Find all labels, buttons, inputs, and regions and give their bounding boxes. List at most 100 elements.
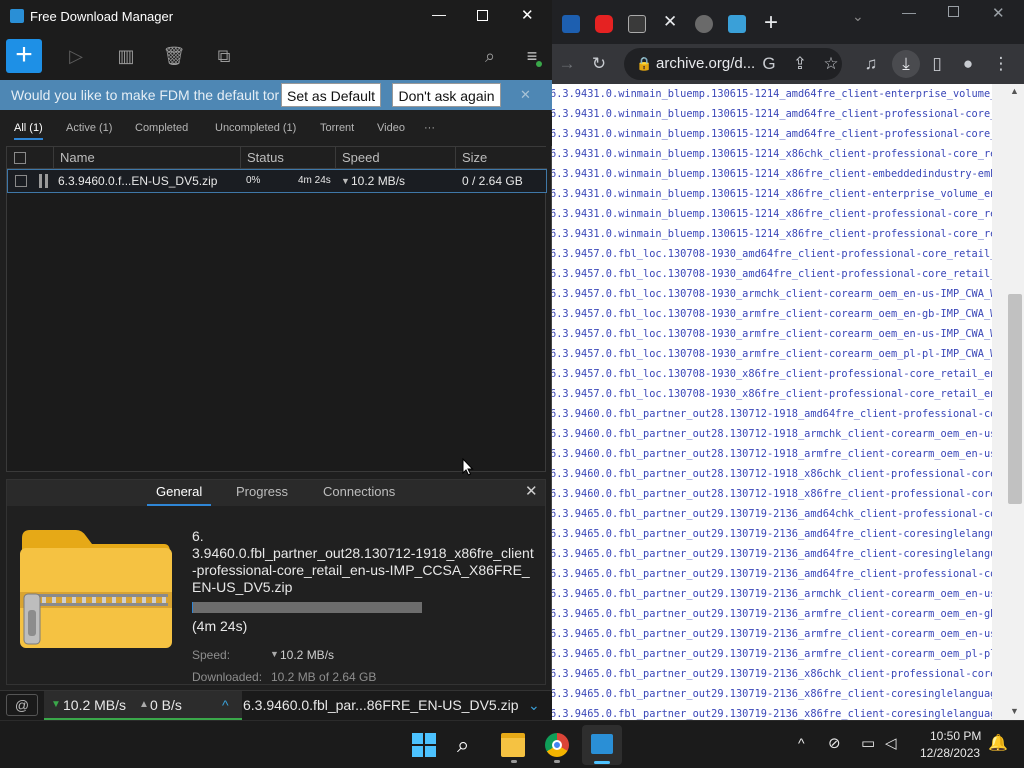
file-link[interactable]: 6.3.9431.0.winmain_bluemp.130615-1214_am… <box>552 124 992 144</box>
file-link[interactable]: 6.3.9457.0.fbl_loc.130708-1930_armfre_cl… <box>552 304 992 324</box>
file-link[interactable]: 6.3.9431.0.winmain_bluemp.130615-1214_x8… <box>552 204 992 224</box>
file-link[interactable]: 6.3.9457.0.fbl_loc.130708-1930_armfre_cl… <box>552 324 992 344</box>
tab-general[interactable]: General <box>147 480 212 506</box>
file-link[interactable]: 6.3.9457.0.fbl_loc.130708-1930_armchk_cl… <box>552 284 992 304</box>
file-link[interactable]: 6.3.9460.0.fbl_partner_out28.130712-1918… <box>552 404 992 424</box>
fdm-minimize-button[interactable]: — <box>432 6 446 22</box>
close-window-button[interactable]: ✕ <box>992 4 1005 22</box>
file-link[interactable]: 6.3.9465.0.fbl_partner_out29.130719-2136… <box>552 664 992 684</box>
side-panel-icon[interactable]: ▯ <box>926 54 948 74</box>
pause-icon[interactable] <box>39 174 48 188</box>
forward-icon[interactable]: → <box>556 54 578 74</box>
file-link[interactable]: 6.3.9431.0.winmain_bluemp.130615-1214_x8… <box>552 184 992 204</box>
scroll-down-arrow[interactable]: ▼ <box>1010 706 1019 716</box>
column-speed[interactable]: Speed <box>335 147 455 169</box>
file-link[interactable]: 6.3.9431.0.winmain_bluemp.130615-1214_am… <box>552 84 992 104</box>
banner-close-icon[interactable]: ✕ <box>520 80 531 110</box>
details-close-icon[interactable]: ✕ <box>525 480 538 504</box>
chrome-menu-icon[interactable]: ⋮ <box>990 54 1012 74</box>
tab-favicon-vmware[interactable] <box>562 15 580 33</box>
tab-favicon-archive[interactable] <box>628 15 646 33</box>
file-link[interactable]: 6.3.9465.0.fbl_partner_out29.130719-2136… <box>552 504 992 524</box>
column-size[interactable]: Size <box>455 147 547 169</box>
file-link[interactable]: 6.3.9457.0.fbl_loc.130708-1930_armfre_cl… <box>552 344 992 364</box>
tab-favicon-globe[interactable] <box>695 15 713 33</box>
maximize-button[interactable] <box>948 6 959 17</box>
tab-video[interactable]: Video <box>377 122 405 134</box>
file-link[interactable]: 6.3.9431.0.winmain_bluemp.130615-1214_x8… <box>552 144 992 164</box>
file-link[interactable]: 6.3.9465.0.fbl_partner_out29.130719-2136… <box>552 584 992 604</box>
fdm-maximize-button[interactable] <box>477 10 488 21</box>
tray-overflow-icon[interactable]: ^ <box>798 735 805 751</box>
current-file[interactable]: 6.3.9460.0.fbl_par...86FRE_EN-US_DV5.zip <box>243 691 519 719</box>
set-as-default-button[interactable]: Set as Default <box>281 83 381 107</box>
tab-torrent[interactable]: Torrent <box>320 122 354 134</box>
file-link[interactable]: 6.3.9460.0.fbl_partner_out28.130712-1918… <box>552 444 992 464</box>
column-status[interactable]: Status <box>240 147 335 169</box>
chevron-down-icon[interactable]: ⌄ <box>528 691 540 719</box>
minimize-button[interactable]: — <box>902 4 916 20</box>
tab-search-icon[interactable]: ⌄ <box>852 8 864 25</box>
file-link[interactable]: 6.3.9465.0.fbl_partner_out29.130719-2136… <box>552 684 992 704</box>
row-checkbox[interactable] <box>15 175 27 187</box>
pause-all-icon[interactable]: ▥ <box>113 44 139 68</box>
clock-time[interactable]: 10:50 PM <box>930 729 981 743</box>
share-icon[interactable]: ⇪ <box>789 54 811 74</box>
tab-close-icon[interactable]: ✕ <box>663 12 677 32</box>
file-link[interactable]: 6.3.9460.0.fbl_partner_out28.130712-1918… <box>552 424 992 444</box>
file-link[interactable]: 6.3.9460.0.fbl_partner_out28.130712-1918… <box>552 464 992 484</box>
media-controls-icon[interactable]: ♫ <box>860 54 882 74</box>
snail-icon[interactable]: @ <box>6 694 38 716</box>
file-link[interactable]: 6.3.9465.0.fbl_partner_out29.130719-2136… <box>552 524 992 544</box>
display-icon[interactable]: ▭ <box>861 734 875 752</box>
chrome-icon[interactable] <box>545 733 569 757</box>
column-name[interactable]: Name <box>53 147 240 169</box>
windows-start-icon[interactable] <box>412 733 436 757</box>
tab-favicon-fdm[interactable] <box>728 15 746 33</box>
reload-icon[interactable]: ↻ <box>588 54 610 74</box>
tab-more[interactable]: ··· <box>424 122 435 134</box>
google-lens-icon[interactable]: G <box>758 54 780 74</box>
file-link[interactable]: 6.3.9465.0.fbl_partner_out29.130719-2136… <box>552 604 992 624</box>
select-all-checkbox[interactable] <box>14 152 26 164</box>
file-link[interactable]: 6.3.9457.0.fbl_loc.130708-1930_x86fre_cl… <box>552 364 992 384</box>
speed-indicator[interactable]: ▼ 10.2 MB/s ▲ 0 B/s ^ <box>44 691 242 721</box>
file-link[interactable]: 6.3.9465.0.fbl_partner_out29.130719-2136… <box>552 624 992 644</box>
network-icon[interactable]: ⊘ <box>828 734 841 752</box>
file-link[interactable]: 6.3.9431.0.winmain_bluemp.130615-1214_am… <box>552 104 992 124</box>
fdm-taskbar-item[interactable] <box>582 725 622 765</box>
tab-progress[interactable]: Progress <box>236 480 288 504</box>
file-link[interactable]: 6.3.9457.0.fbl_loc.130708-1930_x86fre_cl… <box>552 384 992 404</box>
resume-icon[interactable]: ▷ <box>63 44 89 68</box>
tab-active[interactable]: Active (1) <box>66 122 112 134</box>
scrollbar-thumb[interactable] <box>1008 294 1022 504</box>
file-link[interactable]: 6.3.9431.0.winmain_bluemp.130615-1214_x8… <box>552 164 992 184</box>
volume-icon[interactable]: ◁ <box>885 734 897 752</box>
search-taskbar-icon[interactable]: ⌕ <box>457 733 481 757</box>
downloads-icon[interactable]: ⤓ <box>892 50 920 78</box>
folder-icon[interactable]: ⧉ <box>211 44 237 68</box>
table-row[interactable]: 6.3.9460.0.f...EN-US_DV5.zip 0% 4m 24s ▼… <box>7 169 547 193</box>
tab-completed[interactable]: Completed <box>135 122 188 134</box>
file-link[interactable]: 6.3.9465.0.fbl_partner_out29.130719-2136… <box>552 564 992 584</box>
clock-date[interactable]: 12/28/2023 <box>920 746 980 760</box>
fdm-close-button[interactable]: ✕ <box>521 6 534 24</box>
notification-icon[interactable]: 🔔 <box>988 733 1008 753</box>
page-scrollbar[interactable]: ▲ ▼ <box>992 84 1024 720</box>
file-link[interactable]: 6.3.9457.0.fbl_loc.130708-1930_amd64fre_… <box>552 244 992 264</box>
profile-icon[interactable]: ● <box>957 54 979 74</box>
dont-ask-again-button[interactable]: Don't ask again <box>392 83 501 107</box>
new-tab-button[interactable]: + <box>764 9 778 37</box>
file-link[interactable]: 6.3.9431.0.winmain_bluemp.130615-1214_x8… <box>552 224 992 244</box>
file-explorer-icon[interactable] <box>501 733 525 757</box>
file-link[interactable]: 6.3.9465.0.fbl_partner_out29.130719-2136… <box>552 644 992 664</box>
chevron-up-icon[interactable]: ^ <box>222 691 229 719</box>
file-link[interactable]: 6.3.9465.0.fbl_partner_out29.130719-2136… <box>552 704 992 720</box>
tab-favicon-youtube[interactable] <box>595 15 613 33</box>
add-download-button[interactable]: + <box>6 39 42 73</box>
trash-icon[interactable]: 🗑 <box>161 44 187 68</box>
tab-connections[interactable]: Connections <box>323 480 395 504</box>
file-link[interactable]: 6.3.9460.0.fbl_partner_out28.130712-1918… <box>552 484 992 504</box>
tab-all[interactable]: All (1) <box>14 122 43 140</box>
search-icon[interactable]: ⌕ <box>477 44 503 68</box>
